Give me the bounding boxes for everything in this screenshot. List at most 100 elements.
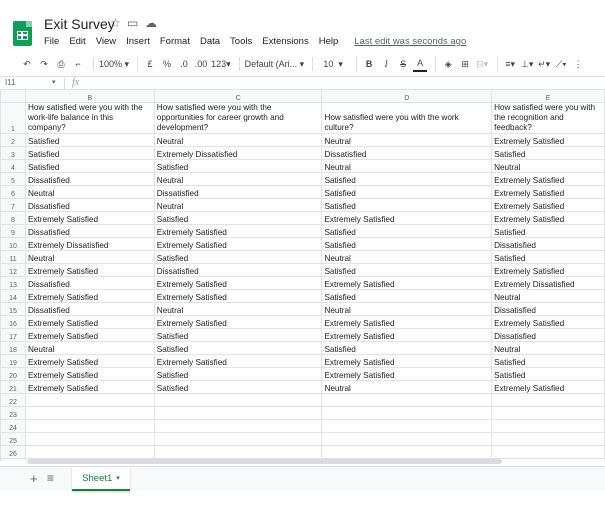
table-cell[interactable] xyxy=(491,419,605,433)
row-header[interactable]: 26 xyxy=(0,445,26,459)
table-cell[interactable]: Satisfied xyxy=(153,159,323,173)
table-cell[interactable]: Neutral xyxy=(491,341,605,355)
redo-icon[interactable]: ↷ xyxy=(37,56,51,72)
increase-decimal-button[interactable]: .00 xyxy=(194,56,208,72)
cloud-icon[interactable]: ☁ xyxy=(145,16,157,30)
table-cell[interactable]: Neutral xyxy=(491,289,605,303)
table-cell[interactable] xyxy=(153,393,323,407)
table-cell[interactable]: Dissatisfied xyxy=(24,198,155,212)
undo-icon[interactable]: ↶ xyxy=(20,56,34,72)
table-cell[interactable]: Satisfied xyxy=(321,237,493,251)
menu-tools[interactable]: Tools xyxy=(230,36,252,47)
column-header-c[interactable]: C xyxy=(153,89,323,103)
table-cell[interactable] xyxy=(491,445,605,459)
table-cell[interactable]: Neutral xyxy=(24,185,155,199)
menu-file[interactable]: File xyxy=(44,36,59,47)
column-header-d[interactable]: D xyxy=(321,89,493,103)
table-cell[interactable]: Satisfied xyxy=(491,250,605,264)
row-header[interactable]: 27 xyxy=(0,458,26,461)
table-cell[interactable]: Extremely Satisfied xyxy=(24,263,155,277)
row-header[interactable]: 11 xyxy=(0,250,26,264)
table-cell[interactable] xyxy=(24,419,155,433)
row-header[interactable]: 17 xyxy=(0,328,26,342)
table-cell[interactable]: Neutral xyxy=(321,159,493,173)
table-cell[interactable] xyxy=(321,445,493,459)
table-cell[interactable]: Satisfied xyxy=(321,198,493,212)
row-header[interactable]: 8 xyxy=(0,211,26,225)
question-cell[interactable]: How satisfied were you with the work-lif… xyxy=(24,102,155,134)
font-size-select[interactable]: 10 ▾ xyxy=(318,56,348,72)
question-cell[interactable]: How satisfied were you with the opportun… xyxy=(153,102,323,134)
table-cell[interactable]: Extremely Satisfied xyxy=(491,172,605,186)
row-header[interactable]: 23 xyxy=(0,406,26,420)
row-header[interactable]: 6 xyxy=(0,185,26,199)
table-cell[interactable]: Extremely Satisfied xyxy=(491,133,605,147)
row-header[interactable]: 13 xyxy=(0,276,26,290)
table-cell[interactable] xyxy=(321,432,493,446)
table-cell[interactable]: Extremely Satisfied xyxy=(491,263,605,277)
decrease-decimal-button[interactable]: .0 xyxy=(177,56,191,72)
sheets-logo-icon[interactable] xyxy=(13,21,32,46)
table-cell[interactable]: Extremely Satisfied xyxy=(24,328,155,342)
table-cell[interactable]: Extremely Satisfied xyxy=(491,315,605,329)
zoom-select[interactable]: 100% ▾ xyxy=(99,56,129,72)
table-cell[interactable]: Satisfied xyxy=(491,354,605,368)
table-cell[interactable]: Dissatisfied xyxy=(24,172,155,186)
row-header[interactable]: 7 xyxy=(0,198,26,212)
table-cell[interactable] xyxy=(153,432,323,446)
table-cell[interactable]: Extremely Satisfied xyxy=(321,211,493,225)
row-header[interactable]: 16 xyxy=(0,315,26,329)
table-cell[interactable]: Dissatisfied xyxy=(321,146,493,160)
table-cell[interactable] xyxy=(491,458,605,461)
table-cell[interactable]: Neutral xyxy=(24,250,155,264)
question-cell[interactable]: How satisfied were you with the recognit… xyxy=(491,102,605,134)
bold-button[interactable]: B xyxy=(362,56,376,72)
table-cell[interactable]: Extremely Satisfied xyxy=(24,367,155,381)
table-cell[interactable]: Satisfied xyxy=(321,341,493,355)
merge-cells-icon[interactable]: ⊟▾ xyxy=(475,56,489,72)
row-header[interactable]: 9 xyxy=(0,224,26,238)
table-cell[interactable]: Dissatisfied xyxy=(24,302,155,316)
table-cell[interactable]: Extremely Satisfied xyxy=(321,354,493,368)
table-cell[interactable]: Dissatisfied xyxy=(153,185,323,199)
row-header[interactable]: 21 xyxy=(0,380,26,394)
table-cell[interactable]: Neutral xyxy=(153,198,323,212)
star-icon[interactable]: ☆ xyxy=(110,16,121,30)
menu-edit[interactable]: Edit xyxy=(69,36,85,47)
table-cell[interactable]: Extremely Dissatisfied xyxy=(153,146,323,160)
add-sheet-icon[interactable]: + xyxy=(30,471,38,486)
row-header[interactable]: 2 xyxy=(0,133,26,147)
text-color-button[interactable]: A xyxy=(413,56,428,72)
font-select[interactable]: Default (Ari... ▾ xyxy=(245,56,305,72)
table-cell[interactable]: Satisfied xyxy=(153,328,323,342)
text-rotate-icon[interactable]: ⟋▾ xyxy=(554,56,568,72)
menu-extensions[interactable]: Extensions xyxy=(262,36,308,47)
menu-format[interactable]: Format xyxy=(160,36,190,47)
row-header[interactable]: 24 xyxy=(0,419,26,433)
table-cell[interactable]: Neutral xyxy=(153,302,323,316)
all-sheets-icon[interactable]: ≡ xyxy=(47,471,54,485)
table-cell[interactable] xyxy=(491,406,605,420)
table-cell[interactable]: Satisfied xyxy=(153,211,323,225)
menu-insert[interactable]: Insert xyxy=(126,36,150,47)
table-cell[interactable]: Extremely Satisfied xyxy=(321,328,493,342)
table-cell[interactable]: Extremely Satisfied xyxy=(24,315,155,329)
horizontal-scrollbar[interactable] xyxy=(27,459,502,464)
table-cell[interactable] xyxy=(153,406,323,420)
table-cell[interactable] xyxy=(153,419,323,433)
row-header[interactable]: 10 xyxy=(0,237,26,251)
borders-icon[interactable]: ⊞ xyxy=(458,56,472,72)
table-cell[interactable]: Extremely Satisfied xyxy=(491,380,605,394)
table-cell[interactable]: Neutral xyxy=(321,302,493,316)
table-cell[interactable]: Dissatisfied xyxy=(153,263,323,277)
row-header[interactable]: 14 xyxy=(0,289,26,303)
question-cell[interactable]: How satisfied were you with the work cul… xyxy=(321,102,493,134)
table-cell[interactable] xyxy=(321,406,493,420)
table-cell[interactable] xyxy=(321,393,493,407)
currency-button[interactable]: £ xyxy=(143,56,157,72)
table-cell[interactable]: Satisfied xyxy=(321,172,493,186)
table-cell[interactable] xyxy=(24,432,155,446)
sheet-grid[interactable]: B C D E 1 How satisfied were you with th… xyxy=(0,89,605,461)
table-cell[interactable]: Extremely Satisfied xyxy=(321,367,493,381)
italic-button[interactable]: I xyxy=(379,56,393,72)
